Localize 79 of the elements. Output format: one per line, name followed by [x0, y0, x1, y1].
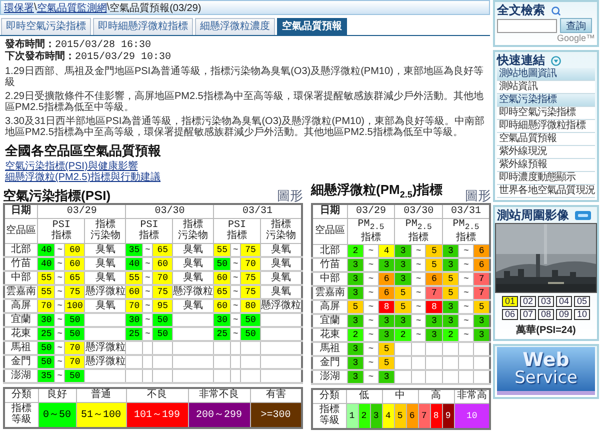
station-button[interactable]: 10 — [574, 309, 590, 320]
forecast-paragraph: 2.29日受擴散條件不佳影響，高屏地區PM2.5指標為中至高等級，環保署提醒敏感族群減少戶外活動。其他地區PM2.5指標為低至中等級。 — [5, 91, 484, 113]
graph-link[interactable]: 圖形 — [465, 188, 492, 203]
tab[interactable]: 即時空氣污染指標 — [1, 18, 91, 35]
table-title: 空氣污染指標(PSI) — [3, 188, 111, 203]
pollutant-cell: 臭氧 — [260, 271, 302, 285]
quick-link[interactable]: 測站資訊 — [497, 81, 595, 94]
station-button[interactable]: 07 — [520, 309, 536, 320]
date-header: 03/30 — [126, 204, 214, 218]
column-header: 指標 污染物 — [172, 218, 214, 244]
station-button[interactable]: 03 — [538, 296, 554, 307]
column-header: 指標 污染物 — [84, 218, 126, 244]
date-header: 03/31 — [214, 204, 302, 218]
breadcrumb-current: 空氣品質預報(03/29) — [110, 2, 202, 14]
pollutant-cell: 懸浮微粒 — [84, 341, 126, 355]
link-section-header[interactable]: 空氣污染指標 — [497, 94, 595, 107]
quick-link[interactable]: 即時濃度動態顯示 — [497, 172, 595, 185]
quick-link[interactable]: 即時細懸浮微粒指標 — [497, 120, 595, 133]
tab[interactable]: 細懸浮微粒濃度 — [195, 18, 275, 35]
tab[interactable]: 空氣品質預報 — [277, 18, 347, 35]
station-button[interactable]: 06 — [502, 309, 518, 320]
pollutant-cell: 懸浮微粒 — [84, 355, 126, 369]
panel-title: 快速連結 — [497, 52, 545, 68]
breadcrumb-separator: \ — [34, 2, 37, 13]
column-header: 日期 — [312, 204, 348, 218]
legend-level: 10 — [454, 404, 490, 429]
release-time: 下次發布時間：2015/03/29 10:30 — [5, 51, 172, 63]
search-button[interactable]: 查詢 — [560, 18, 592, 33]
section-heading: 全國各空品區空氣品質預報 — [5, 143, 162, 158]
column-header: 日期 — [4, 204, 38, 218]
release-time: 發布時間：2015/03/28 16:30 — [5, 39, 152, 51]
date-header: 03/29 — [38, 204, 126, 218]
pollutant-cell: 臭氧 — [260, 285, 302, 299]
document-link[interactable]: 空氣污染指標(PSI)與健康影響 — [5, 161, 138, 172]
search-icon — [551, 6, 561, 16]
panel-title: 測站周圍影像 — [497, 207, 569, 224]
live-badge-icon — [575, 211, 591, 220]
column-header: 空品區 — [312, 218, 348, 244]
quick-link[interactable]: 世界各地空氣品質現況 — [497, 185, 595, 198]
station-button[interactable]: 01 — [502, 296, 518, 307]
pollutant-cell: 懸浮微粒 — [260, 299, 302, 313]
legend-header: 分類 — [4, 388, 38, 402]
column-header: 指標 污染物 — [260, 218, 302, 244]
legend-range: 51～100 — [76, 402, 126, 428]
breadcrumb-link[interactable]: 環保署 — [4, 0, 34, 14]
legend-header: 分類 — [312, 389, 346, 404]
date-header: 03/30 — [394, 204, 442, 218]
legend-range: 200～299 — [188, 402, 250, 428]
station-button[interactable]: 02 — [520, 296, 536, 307]
powered-by-text: Google™ — [556, 33, 595, 43]
document-link[interactable]: 細懸浮微粒(PM2.5)指標與行動建議 — [5, 172, 161, 183]
station-button[interactable]: 05 — [574, 296, 590, 307]
column-header: 空品區 — [4, 218, 38, 244]
legend-range: >=300 — [250, 402, 302, 428]
station-button[interactable]: 09 — [556, 309, 572, 320]
date-header: 03/29 — [347, 204, 395, 218]
pollutant-cell: 臭氧 — [260, 244, 302, 257]
pollutant-cell: 臭氧 — [260, 257, 302, 271]
station-button[interactable]: 04 — [556, 296, 572, 307]
forecast-paragraph: 3.30及31日西半部地區PSI為普通等級，指標污染物為臭氧(O3)及懸浮微粒(PM10)，東部為良好等級。中南部地區PM2.5指標為中至高等級，環保署提醒敏感族群減少戶外活動。其他地區PM2.5指標為低至中等級。 — [5, 116, 485, 138]
panel-title: 全文檢索 — [497, 2, 545, 19]
date-header: 03/31 — [442, 204, 490, 218]
search-field[interactable] — [497, 18, 557, 32]
station-button[interactable]: 08 — [538, 309, 554, 320]
quick-link[interactable]: 紫外線預報 — [497, 159, 595, 172]
forecast-paragraph: 1.29日西部、馬祖及金門地區PSI為普通等級，指標污染物為臭氧(O3)及懸浮微粒(PM10)，東部地區為良好等級 — [5, 66, 484, 88]
legend-range: 101～199 — [126, 402, 188, 428]
breadcrumb-separator: \ — [106, 2, 110, 13]
quick-link[interactable]: 即時空氣污染指標 — [497, 107, 595, 120]
station-caption: 萬華(PSI=24) — [515, 324, 577, 337]
dropdown-icon[interactable] — [551, 56, 561, 66]
link-section-header[interactable]: 測站地圖資訊 — [497, 68, 595, 81]
tab[interactable]: 即時細懸浮微粒指標 — [93, 18, 193, 35]
quick-link[interactable]: 紫外線現況 — [497, 146, 595, 159]
legend-range: 0～50 — [38, 402, 76, 428]
breadcrumb-link[interactable]: 空氣品質監測網 — [36, 0, 107, 14]
table-title: 細懸浮微粒(PM$_{2.5}$)指標 — [311, 182, 443, 202]
graph-link[interactable]: 圖形 — [277, 188, 303, 203]
quick-link[interactable]: 空氣品質預報 — [497, 133, 595, 146]
